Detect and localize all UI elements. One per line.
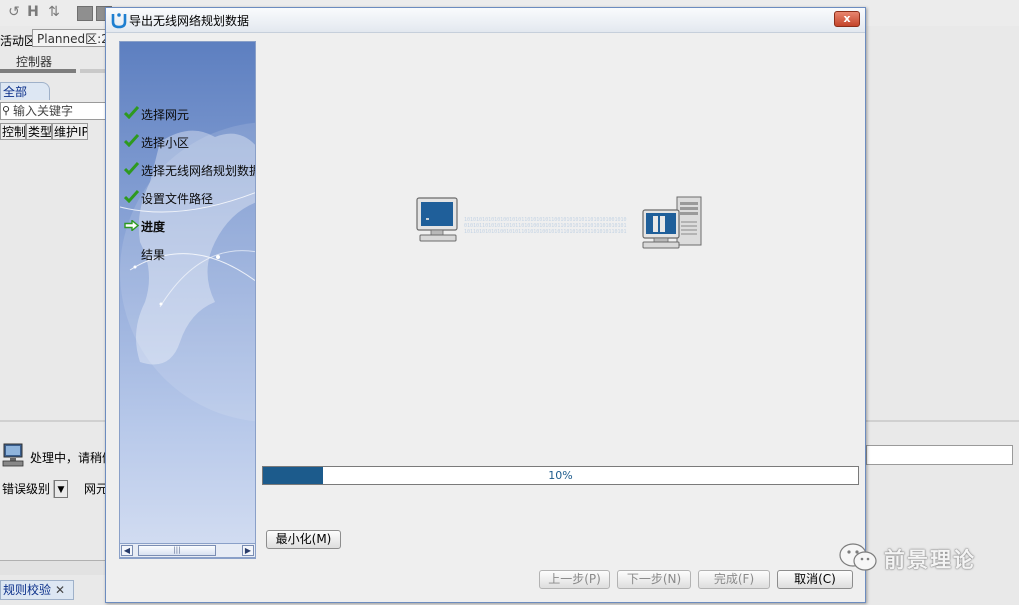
wizard-step-4: 设置文件路径 [123,189,213,208]
area-select[interactable]: Planned区:20 [32,29,106,47]
h-tool-icon[interactable]: H [25,4,41,20]
search-placeholder: 输入关键字 [13,104,74,118]
grid-col-error-level[interactable]: 错误级别 [0,480,54,498]
column-header-maint-ip[interactable]: 维护IP [52,123,88,140]
dialog-close-button[interactable]: x [834,11,860,27]
export-dialog: 导出无线网络规划数据 x 选择网元 选择小区 选择无线网络规划数据类型 设置文件… [105,7,866,603]
status-input[interactable] [866,445,1013,465]
check-icon [123,133,139,152]
previous-button[interactable]: 上一步(P) [539,570,610,589]
wizard-step-1: 选择网元 [123,105,189,124]
scroll-right-icon[interactable]: ▶ [242,545,254,556]
scroll-thumb[interactable]: ||| [138,545,216,556]
grid-tool-icon[interactable] [77,6,93,21]
processing-status: 处理中，请稍候 [30,451,115,465]
dialog-titlebar[interactable]: 导出无线网络规划数据 x [106,8,865,33]
progress-percent: 10% [548,469,573,482]
controller-label: 控制器 [16,55,53,69]
refresh-icon[interactable]: ↺ [6,4,22,20]
tab-rule-check[interactable]: 规则校验 ✕ [0,580,74,600]
wizard-step-3: 选择无线网络规划数据类型 [123,161,255,180]
check-icon [123,161,139,180]
search-icon: ⚲ [2,104,11,117]
wizard-step-2: 选择小区 [123,133,189,152]
wizard-step-panel: 选择网元 选择小区 选择无线网络规划数据类型 设置文件路径 进度 结果 [119,41,256,559]
search-input[interactable]: ⚲ 输入关键字 [0,102,106,120]
sync-icon[interactable]: ⇅ [46,4,62,20]
column-header-type[interactable]: 类型 [26,123,52,140]
server-icon [642,196,702,249]
local-computer-icon [416,197,458,242]
tab-rule-check-label: 规则校验 [3,583,52,597]
check-icon [123,105,139,124]
computer-icon [2,443,24,467]
step-panel-scrollbar[interactable]: ◀ ||| ▶ [119,543,256,558]
data-transfer-stream-icon: 1010101010101001010110101010110010101010… [464,217,627,235]
finish-button[interactable]: 完成(F) [698,570,770,589]
horizontal-scrollbar[interactable] [0,560,106,575]
export-progress-bar: 10% [262,466,859,485]
wechat-logo-icon [839,543,877,571]
watermark-text: 前景理论 [884,548,976,572]
controller-slider-track[interactable] [0,69,76,73]
wizard-step-6: 结果 [141,248,166,262]
minimize-button[interactable]: 最小化(M) [266,530,341,549]
controller-slider-rest[interactable] [80,69,106,73]
wizard-step-5-current: 进度 [123,218,165,236]
next-button[interactable]: 下一步(N) [617,570,691,589]
arrow-right-icon [123,218,139,236]
dialog-title: 导出无线网络规划数据 [129,14,250,28]
scroll-left-icon[interactable]: ◀ [121,545,133,556]
app-logo-icon [111,13,127,29]
close-icon[interactable]: ✕ [55,581,65,599]
check-icon [123,189,139,208]
column-header-controller[interactable]: 控制器 [0,123,26,140]
tab-all[interactable]: 全部 [0,82,50,100]
filter-dropdown-icon[interactable]: ▼ [54,480,68,498]
